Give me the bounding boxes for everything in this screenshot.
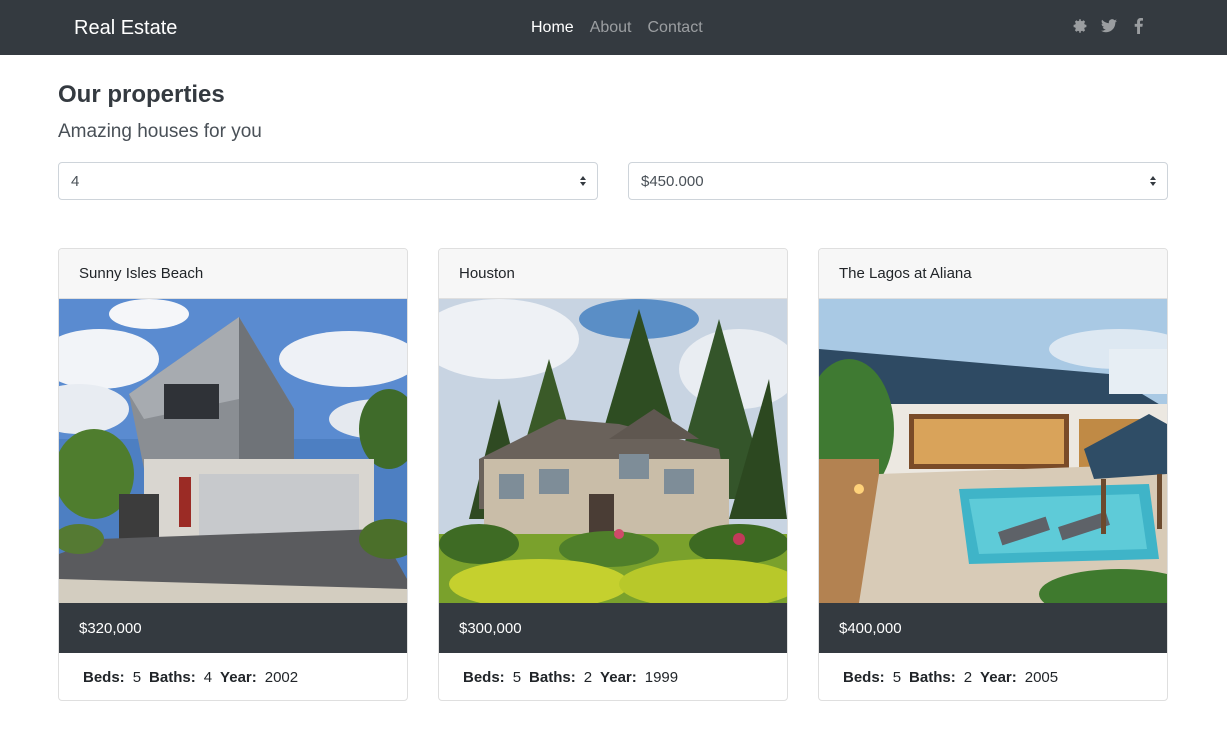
year-value: 2005 (1024, 668, 1059, 686)
nav-link-about[interactable]: About (590, 17, 632, 39)
beds-value: 5 (512, 668, 522, 686)
property-price: $300,000 (439, 603, 787, 653)
year-value: 2002 (264, 668, 299, 686)
price-select-value: $450.000 (641, 172, 704, 190)
modern-house-photo (59, 299, 407, 603)
facebook-icon[interactable] (1130, 18, 1146, 34)
baths-value: 2 (583, 668, 593, 686)
property-card[interactable]: Houston $300,000 Beds: 5 Baths: 2 Year: … (438, 248, 788, 701)
page-title: Our properties (58, 81, 225, 108)
navbar: Real Estate Home About Contact (0, 0, 1227, 55)
baths-label: Baths: (149, 668, 196, 686)
chevron-updown-icon (1150, 176, 1156, 186)
beds-select-value: 4 (71, 172, 80, 190)
property-name: Houston (439, 249, 787, 299)
price-select[interactable]: $450.000 (628, 162, 1168, 200)
page-subtitle: Amazing houses for you (58, 121, 262, 142)
suburban-house-photo (439, 299, 787, 603)
pool-house-photo (819, 299, 1167, 603)
baths-value: 2 (963, 668, 973, 686)
nav-link-home[interactable]: Home (531, 17, 574, 39)
property-details: Beds: 5 Baths: 2 Year: 2005 (819, 653, 1167, 700)
property-price: $400,000 (819, 603, 1167, 653)
year-label: Year: (980, 668, 1017, 686)
beds-value: 5 (892, 668, 902, 686)
property-price: $320,000 (59, 603, 407, 653)
beds-label: Beds: (843, 668, 885, 686)
property-details: Beds: 5 Baths: 4 Year: 2002 (59, 653, 407, 700)
property-name: The Lagos at Aliana (819, 249, 1167, 299)
year-label: Year: (220, 668, 257, 686)
property-details: Beds: 5 Baths: 2 Year: 1999 (439, 653, 787, 700)
chevron-updown-icon (580, 176, 586, 186)
social-links (1072, 18, 1146, 34)
beds-select[interactable]: 4 (58, 162, 598, 200)
beds-label: Beds: (463, 668, 505, 686)
twitter-icon[interactable] (1101, 18, 1117, 34)
gear-icon[interactable] (1072, 18, 1088, 34)
nav-links: Home About Contact (531, 17, 703, 39)
nav-link-contact[interactable]: Contact (648, 17, 703, 39)
beds-value: 5 (132, 668, 142, 686)
year-value: 1999 (644, 668, 679, 686)
baths-label: Baths: (909, 668, 956, 686)
year-label: Year: (600, 668, 637, 686)
property-name: Sunny Isles Beach (59, 249, 407, 299)
property-card[interactable]: The Lagos at Aliana $400,000 Beds: 5 Bat… (818, 248, 1168, 701)
baths-value: 4 (203, 668, 213, 686)
baths-label: Baths: (529, 668, 576, 686)
brand-logo[interactable]: Real Estate (74, 15, 177, 41)
property-card[interactable]: Sunny Isles Beach $320,000 Beds: 5 Baths… (58, 248, 408, 701)
beds-label: Beds: (83, 668, 125, 686)
